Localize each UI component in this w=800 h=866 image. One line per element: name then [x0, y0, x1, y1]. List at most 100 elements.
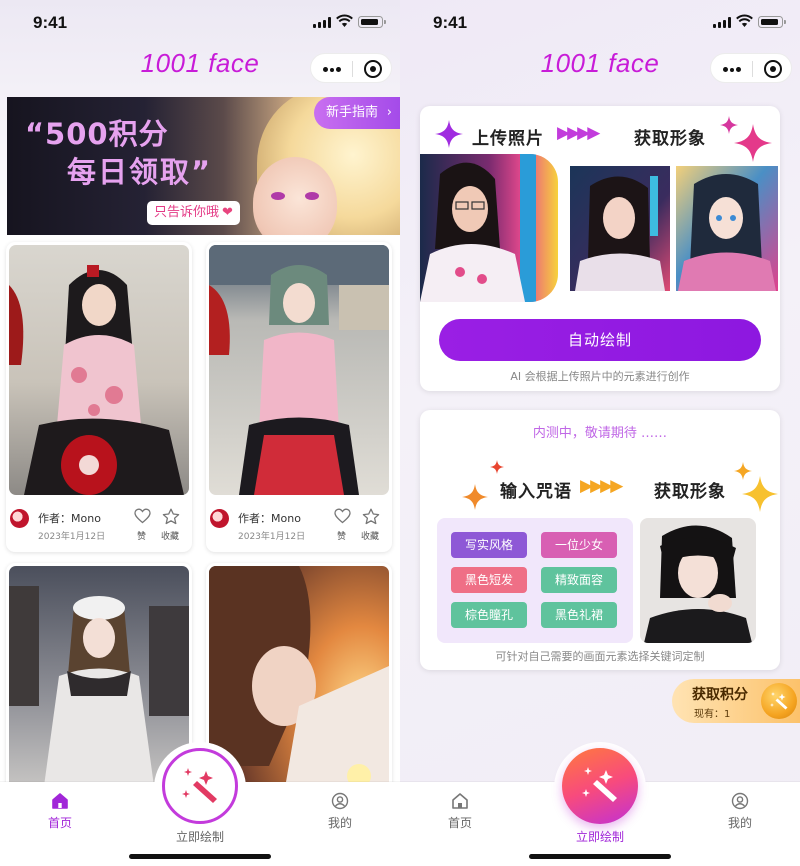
arrow-right-icon: ▶▶▶▶ — [557, 123, 600, 143]
heart-icon: ❤ — [222, 205, 233, 220]
signal-icon — [313, 17, 331, 28]
status-time: 9:41 — [33, 13, 68, 32]
sparkle-icon — [462, 484, 488, 510]
get-points-label: 获取积分 — [692, 687, 748, 703]
draw-now-fab[interactable] — [562, 748, 638, 824]
banner-headline-line2: 每日领取” — [67, 155, 213, 189]
created-date: 2023年1月12日 — [238, 532, 306, 542]
signal-icon — [713, 17, 731, 28]
magic-wand-icon — [578, 763, 622, 807]
tab-draw-now[interactable]: 立即绘制 — [160, 828, 240, 845]
tab-home[interactable]: 首页 — [420, 792, 500, 831]
banner-illustration-eye — [305, 192, 319, 200]
tab-mine[interactable]: 我的 — [300, 792, 380, 831]
like-icon[interactable] — [334, 508, 351, 524]
get-points-button[interactable]: 获取积分 现有：1 — [672, 679, 800, 723]
user-icon — [331, 792, 349, 810]
promo-banner[interactable]: “500积分 每日领取” 只告诉你哦 ❤ 新手指南 › — [7, 97, 400, 235]
tab-draw-now[interactable]: 立即绘制 — [560, 828, 640, 845]
battery-icon — [758, 16, 786, 28]
tab-mine-label: 我的 — [327, 816, 352, 830]
input-spell-label: 输入咒语 — [500, 482, 572, 502]
arrow-right-icon: ▶▶▶▶ — [580, 476, 623, 496]
battery-icon — [358, 16, 386, 28]
sparkle-icon — [742, 476, 778, 512]
draw-screen: 9:41 1001 face 上传照片 ▶▶▶▶ 获取形象 自动绘制 AI 会根… — [400, 0, 800, 866]
wifi-icon — [736, 14, 753, 28]
author-avatar[interactable] — [210, 509, 229, 528]
wifi-icon — [336, 14, 353, 28]
tab-draw-now-label: 立即绘制 — [175, 830, 224, 844]
keyword-chip[interactable]: 写实风格 — [451, 532, 527, 558]
draw-now-fab[interactable] — [162, 748, 238, 824]
auto-draw-button[interactable]: 自动绘制 — [439, 319, 761, 361]
home-icon — [51, 792, 69, 810]
prompt-draw-panel: 内测中，敬请期待 …… 输入咒语 ▶▶▶▶ 获取形象 写实风格 一位少女 黑色短… — [420, 410, 780, 670]
artwork-image — [209, 245, 389, 495]
favorite-label: 收藏 — [161, 532, 180, 542]
banner-illustration-eye — [271, 192, 285, 200]
keyword-chip[interactable]: 黑色礼裙 — [541, 602, 617, 628]
tab-home[interactable]: 首页 — [20, 792, 100, 831]
status-time: 9:41 — [433, 13, 468, 32]
keyword-chip[interactable]: 棕色瞳孔 — [451, 602, 527, 628]
generated-avatar — [676, 166, 778, 291]
beginner-guide-label: 新手指南 — [326, 105, 379, 120]
like-label: 赞 — [337, 532, 347, 542]
status-bar: 9:41 — [400, 0, 800, 44]
favorite-star-icon[interactable] — [162, 508, 180, 525]
artwork-card[interactable]: 作者：Mono 2023年1月12日 赞 收藏 — [206, 242, 392, 552]
upload-photo-label: 上传照片 — [472, 129, 544, 149]
uploaded-photo — [420, 154, 558, 302]
keyword-chip[interactable]: 一位少女 — [541, 532, 617, 558]
status-bar: 9:41 — [0, 0, 400, 44]
favorite-star-icon[interactable] — [362, 508, 380, 525]
more-icon[interactable] — [723, 67, 741, 72]
user-icon — [731, 792, 749, 810]
prompt-result-portrait — [640, 518, 756, 643]
card-meta: 作者：Mono 2023年1月12日 赞 收藏 — [206, 498, 392, 548]
artwork-card[interactable]: 作者：Mono 2023年1月12日 赞 收藏 — [6, 242, 192, 552]
keyword-chip[interactable]: 精致面容 — [541, 567, 617, 593]
more-icon[interactable] — [323, 67, 341, 72]
home-icon — [451, 792, 469, 810]
home-indicator — [529, 854, 671, 859]
author-name: 作者：Mono — [38, 512, 101, 525]
tab-draw-now-label: 立即绘制 — [575, 830, 624, 844]
beginner-guide-button[interactable]: 新手指南 › — [314, 97, 400, 129]
card-meta: 作者：Mono 2023年1月12日 赞 收藏 — [6, 498, 192, 548]
auto-draw-panel: 上传照片 ▶▶▶▶ 获取形象 自动绘制 AI 会根据上传照片中的元素进行创作 — [420, 106, 780, 391]
tab-mine-label: 我的 — [727, 816, 752, 830]
fab-inner — [170, 756, 230, 816]
author-avatar[interactable] — [10, 509, 29, 528]
tab-home-label: 首页 — [447, 816, 472, 830]
magic-wand-icon — [178, 764, 222, 808]
coin-icon — [761, 683, 797, 719]
tab-mine[interactable]: 我的 — [700, 792, 780, 831]
get-avatar-label: 获取形象 — [634, 129, 706, 149]
capsule-divider — [352, 61, 353, 77]
capsule-divider — [752, 61, 753, 77]
like-icon[interactable] — [134, 508, 151, 524]
auto-draw-hint: AI 会根据上传照片中的元素进行创作 — [510, 370, 690, 383]
like-label: 赞 — [137, 532, 147, 542]
points-balance: 现有：1 — [694, 709, 731, 720]
artwork-image — [9, 245, 189, 495]
favorite-label: 收藏 — [361, 532, 380, 542]
mini-program-capsule — [710, 53, 792, 83]
banner-tag: 只告诉你哦 ❤ — [147, 201, 240, 225]
mini-program-capsule — [310, 53, 392, 83]
banner-tag-text: 只告诉你哦 — [154, 205, 220, 220]
home-screen: 9:41 1001 face “500积分 每日领取” 只告诉你哦 ❤ 新手指南 › — [0, 0, 400, 866]
tab-home-label: 首页 — [47, 816, 72, 830]
prompt-hint: 可针对自己需要的画面元素选择关键词定制 — [495, 650, 705, 663]
generated-avatar — [570, 166, 670, 291]
chevron-right-icon: › — [386, 105, 392, 120]
close-mini-program-icon[interactable] — [764, 60, 782, 78]
author-name: 作者：Mono — [238, 512, 301, 525]
get-avatar-label: 获取形象 — [654, 482, 726, 502]
close-mini-program-icon[interactable] — [364, 60, 382, 78]
sparkle-icon — [734, 124, 772, 162]
keyword-chip[interactable]: 黑色短发 — [451, 567, 527, 593]
keyword-selector: 写实风格 一位少女 黑色短发 精致面容 棕色瞳孔 黑色礼裙 — [437, 518, 633, 643]
